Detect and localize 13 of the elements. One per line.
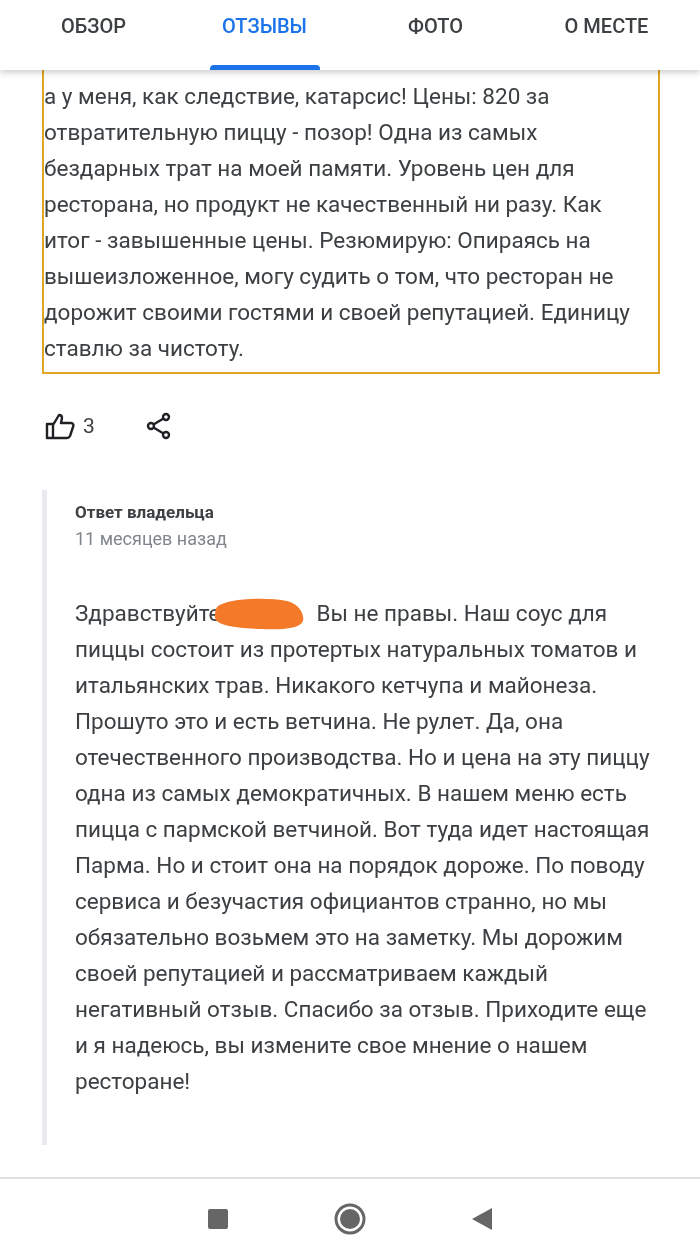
- like-count: 3: [83, 414, 95, 438]
- review-text: а у меня, как следствие, катарсис! Цены: 820 за отвратительную пиццу - позор! Одна из самых бездарных трат на моей памяти. Уровень цен для ресторана, но продукт не качественный ни разу. Как итог - завышенные цены. Резюмирую: Опираясь на вышеизложенное, могу судить о том, что ресторан не дорожит своими гостями и своей репутацией. Единицу ставлю за чистоту.: [42, 70, 660, 374]
- tab[interactable]: ОТЗЫВЫ: [203, 0, 326, 70]
- tab[interactable]: О МЕСТЕ: [545, 0, 668, 70]
- tab[interactable]: ОБЗОР: [32, 0, 155, 70]
- tab[interactable]: ФОТО: [374, 0, 497, 70]
- reply-time: 11 месяцев назад: [75, 528, 228, 549]
- back-icon[interactable]: [471, 1207, 493, 1231]
- recents-icon[interactable]: [207, 1208, 229, 1230]
- thumbs-up-icon[interactable]: [45, 412, 75, 440]
- share-icon[interactable]: [144, 412, 173, 440]
- home-icon[interactable]: [334, 1203, 366, 1235]
- reply-title: Ответ владельца: [75, 502, 215, 522]
